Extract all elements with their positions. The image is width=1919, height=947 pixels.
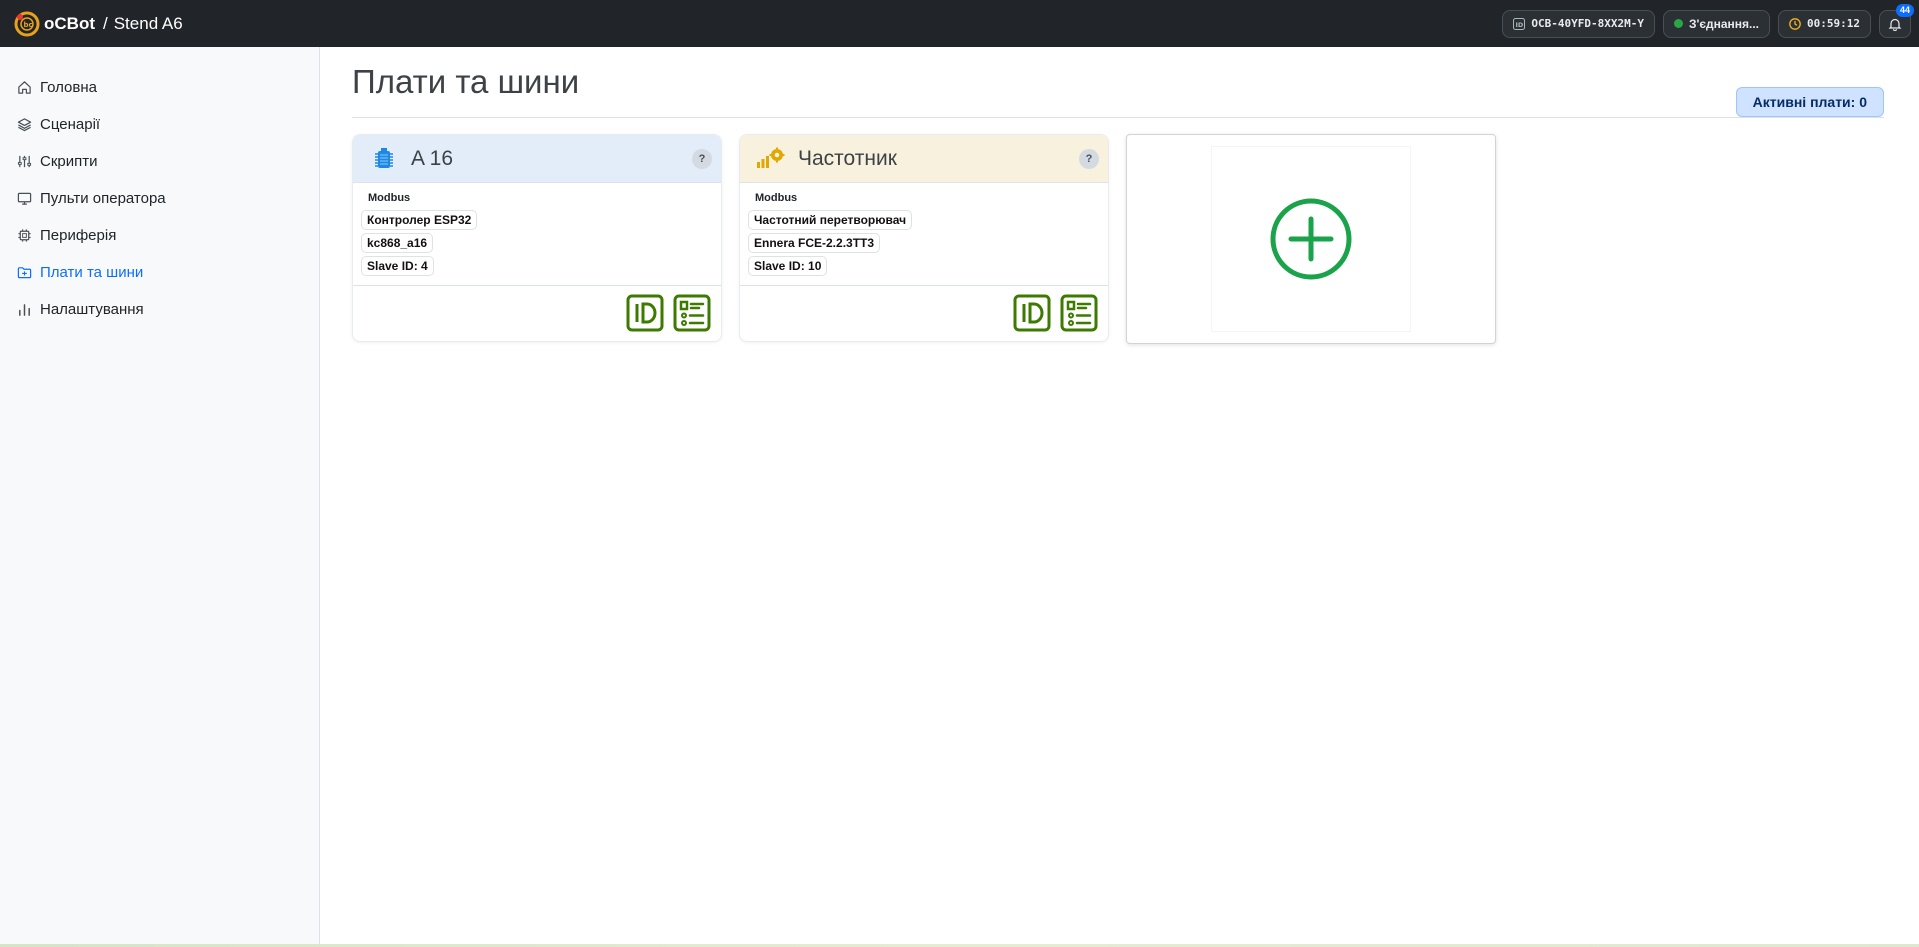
- clock-icon: [1789, 17, 1801, 30]
- microcontroller-icon: [369, 144, 399, 174]
- bell-icon: [1888, 18, 1902, 31]
- board-card-header: A 16 ?: [353, 135, 721, 183]
- boards-grid: A 16 ? Modbus Контролер ESP32 kc868_a16 …: [352, 134, 1496, 344]
- device-id-pill[interactable]: ID OCB-40YFD-8XX2M-Y: [1502, 9, 1655, 38]
- slave-id-tag: Slave ID: 4: [361, 256, 434, 276]
- list-details-icon: [673, 294, 711, 332]
- timer-pill[interactable]: 00:59:12: [1778, 9, 1871, 38]
- board-type-tag: Частотний перетворювач: [748, 210, 913, 230]
- board-card-header: Частотник ?: [740, 135, 1108, 183]
- board-model-tag: Ennera FCE-2.2.3TT3: [748, 233, 881, 253]
- sliders-icon: [16, 154, 32, 170]
- id-badge-icon: [626, 294, 664, 332]
- list-details-icon: [1060, 294, 1098, 332]
- device-id-text: OCB-40YFD-8XX2M-Y: [1531, 17, 1644, 30]
- connection-status-text: З'єднання...: [1688, 16, 1760, 31]
- board-icon: [16, 265, 32, 281]
- layers-icon: [16, 117, 32, 133]
- main-content: Плати та шини Активні плати: 0 A 16 ? Mo…: [320, 47, 1919, 947]
- board-title: A 16: [411, 146, 454, 170]
- project-name: Stend A6: [113, 13, 183, 33]
- help-button[interactable]: ?: [1079, 149, 1099, 169]
- status-dot-icon: [1673, 19, 1683, 28]
- sidebar: Головна Сценарії Скрипти Пульти оператор…: [0, 47, 320, 947]
- brand-name: oCBot: [44, 13, 95, 33]
- monitor-icon: [16, 191, 32, 207]
- registers-list-button[interactable]: [1060, 294, 1098, 332]
- top-bar: bc oCBot / Stend A6 ID OCB-40YFD-8XX2M-Y…: [0, 0, 1919, 47]
- board-type-tag: Контролер ESP32: [361, 210, 478, 230]
- board-card: A 16 ? Modbus Контролер ESP32 kc868_a16 …: [352, 134, 722, 342]
- add-board-card[interactable]: [1126, 134, 1496, 344]
- id-card-icon: ID: [1513, 17, 1526, 30]
- frequency-drive-icon: [756, 144, 786, 174]
- sidebar-item-label: Сценарії: [40, 116, 101, 133]
- home-icon: [16, 80, 32, 96]
- sidebar-item-peripherals[interactable]: Периферія: [0, 217, 319, 254]
- sidebar-item-label: Периферія: [40, 227, 117, 244]
- page-header: Плати та шини Активні плати: 0: [352, 63, 1884, 118]
- protocol-label: Modbus: [368, 192, 411, 204]
- board-model-tag: kc868_a16: [361, 233, 434, 253]
- brand[interactable]: bc oCBot / Stend A6: [0, 0, 319, 47]
- svg-text:ID: ID: [1516, 21, 1524, 29]
- brand-separator: /: [102, 13, 108, 33]
- svg-text:bc: bc: [24, 21, 33, 29]
- id-button[interactable]: [1013, 294, 1051, 332]
- plus-circle-icon: [1270, 198, 1352, 280]
- sidebar-item-label: Плати та шини: [40, 264, 144, 281]
- board-title: Частотник: [798, 146, 897, 170]
- notifications-badge: 44: [1895, 3, 1914, 17]
- chip-icon: [16, 228, 32, 244]
- id-badge-icon: [1013, 294, 1051, 332]
- timer-text: 00:59:12: [1807, 17, 1860, 30]
- sidebar-item-home[interactable]: Головна: [0, 69, 319, 106]
- board-card-body: Modbus Частотний перетворювач Ennera FCE…: [740, 183, 1108, 286]
- bar-chart-icon: [16, 302, 32, 318]
- logo-icon: bc: [14, 11, 40, 36]
- sidebar-item-boards-and-buses[interactable]: Плати та шини: [0, 254, 319, 291]
- slave-id-tag: Slave ID: 10: [748, 256, 828, 276]
- sidebar-item-label: Головна: [40, 79, 97, 96]
- sidebar-item-settings[interactable]: Налаштування: [0, 291, 319, 328]
- sidebar-item-label: Пульти оператора: [40, 190, 166, 207]
- sidebar-item-label: Налаштування: [40, 301, 144, 318]
- sidebar-item-label: Скрипти: [40, 153, 98, 170]
- sidebar-item-scripts[interactable]: Скрипти: [0, 143, 319, 180]
- sidebar-item-operator-panels[interactable]: Пульти оператора: [0, 180, 319, 217]
- protocol-label: Modbus: [755, 192, 798, 204]
- active-boards-badge: Активні плати: 0: [1735, 87, 1884, 117]
- board-card: Частотник ? Modbus Частотний перетворюва…: [739, 134, 1109, 342]
- id-button[interactable]: [626, 294, 664, 332]
- page-title: Плати та шини: [352, 63, 580, 100]
- add-board-area: [1211, 146, 1411, 332]
- help-button[interactable]: ?: [692, 149, 712, 169]
- registers-list-button[interactable]: [673, 294, 711, 332]
- notifications-button[interactable]: 44: [1879, 3, 1914, 38]
- connection-status-pill[interactable]: З'єднання...: [1662, 9, 1771, 38]
- board-card-body: Modbus Контролер ESP32 kc868_a16 Slave I…: [353, 183, 721, 286]
- sidebar-item-scenarios[interactable]: Сценарії: [0, 106, 319, 143]
